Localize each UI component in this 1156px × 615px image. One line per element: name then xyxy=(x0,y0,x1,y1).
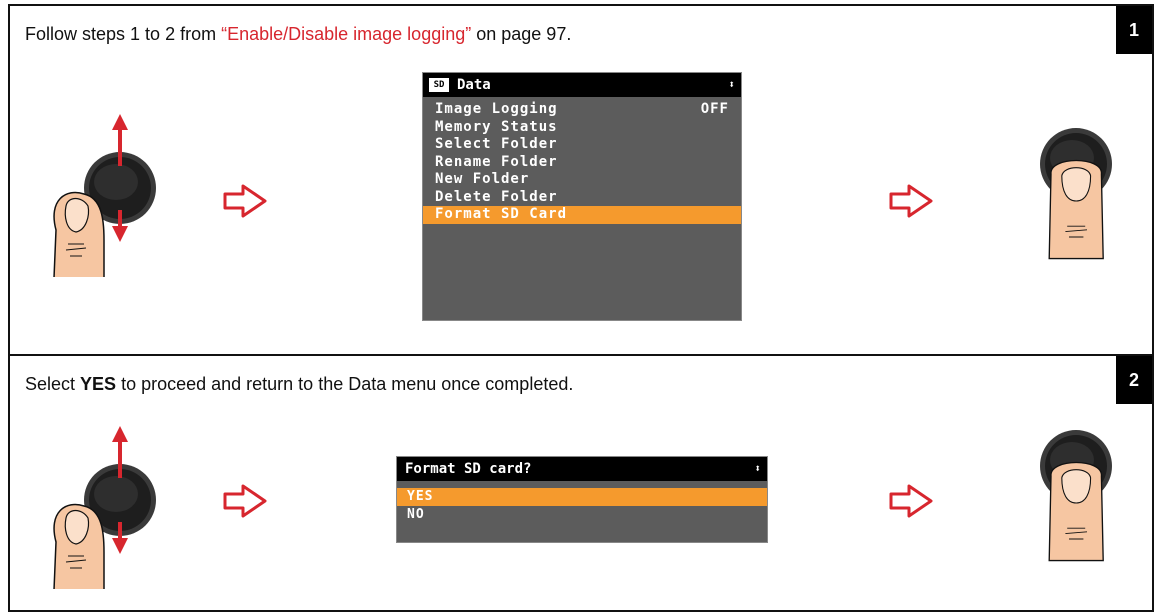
device-screen-format-confirm: Format SD card? ⬍ YES NO xyxy=(396,456,768,543)
screen-title: Format SD card? xyxy=(405,461,532,477)
device-screen-data-menu: SD Data ⬍ Image Logging OFF Memory Status… xyxy=(422,72,742,321)
screen-title-bar: Format SD card? ⬍ xyxy=(397,457,767,481)
sd-card-icon: SD xyxy=(429,78,449,92)
instruction-text: Follow steps 1 to 2 from xyxy=(25,24,222,44)
step-1-instruction: Follow steps 1 to 2 from “Enable/Disable… xyxy=(25,24,571,45)
image-logging-value: OFF xyxy=(700,101,729,117)
instruction-text: on page 97. xyxy=(471,24,572,44)
menu-item-rename-folder[interactable]: Rename Folder xyxy=(423,154,741,172)
rotary-knob-press-icon xyxy=(1040,128,1112,260)
step-2-panel: Select YES to proceed and return to the … xyxy=(8,354,1154,612)
menu-item-memory-status[interactable]: Memory Status xyxy=(423,119,741,137)
enable-disable-logging-link[interactable]: “Enable/Disable image logging” xyxy=(221,24,471,44)
step-2-instruction: Select YES to proceed and return to the … xyxy=(25,374,573,395)
step-number-badge: 2 xyxy=(1116,356,1152,404)
next-step-arrow-icon xyxy=(889,484,933,518)
next-step-arrow-icon xyxy=(223,484,267,518)
menu-item-format-sd-card[interactable]: Format SD Card xyxy=(423,206,741,224)
menu-item-delete-folder[interactable]: Delete Folder xyxy=(423,189,741,207)
up-down-icon: ⬍ xyxy=(754,462,761,475)
option-yes[interactable]: YES xyxy=(397,488,767,506)
instruction-yes-emphasis: YES xyxy=(80,374,117,394)
instruction-text: to proceed and return to the Data menu o… xyxy=(116,374,574,394)
rotary-knob-scroll-icon xyxy=(53,426,156,589)
screen-title: Data xyxy=(457,77,491,93)
option-no[interactable]: NO xyxy=(397,506,767,524)
next-step-arrow-icon xyxy=(223,184,267,218)
menu-item-new-folder[interactable]: New Folder xyxy=(423,171,741,189)
next-step-arrow-icon xyxy=(889,184,933,218)
instruction-text: Select xyxy=(25,374,81,394)
menu-item-select-folder[interactable]: Select Folder xyxy=(423,136,741,154)
rotary-knob-press-icon xyxy=(1040,430,1112,562)
screen-title-bar: SD Data ⬍ xyxy=(423,73,741,97)
menu-item-image-logging[interactable]: Image Logging OFF xyxy=(423,101,741,119)
up-down-icon: ⬍ xyxy=(728,78,735,91)
step-number-badge: 1 xyxy=(1116,6,1152,54)
step-1-panel: Follow steps 1 to 2 from “Enable/Disable… xyxy=(8,4,1154,356)
rotary-knob-scroll-icon xyxy=(53,114,156,277)
